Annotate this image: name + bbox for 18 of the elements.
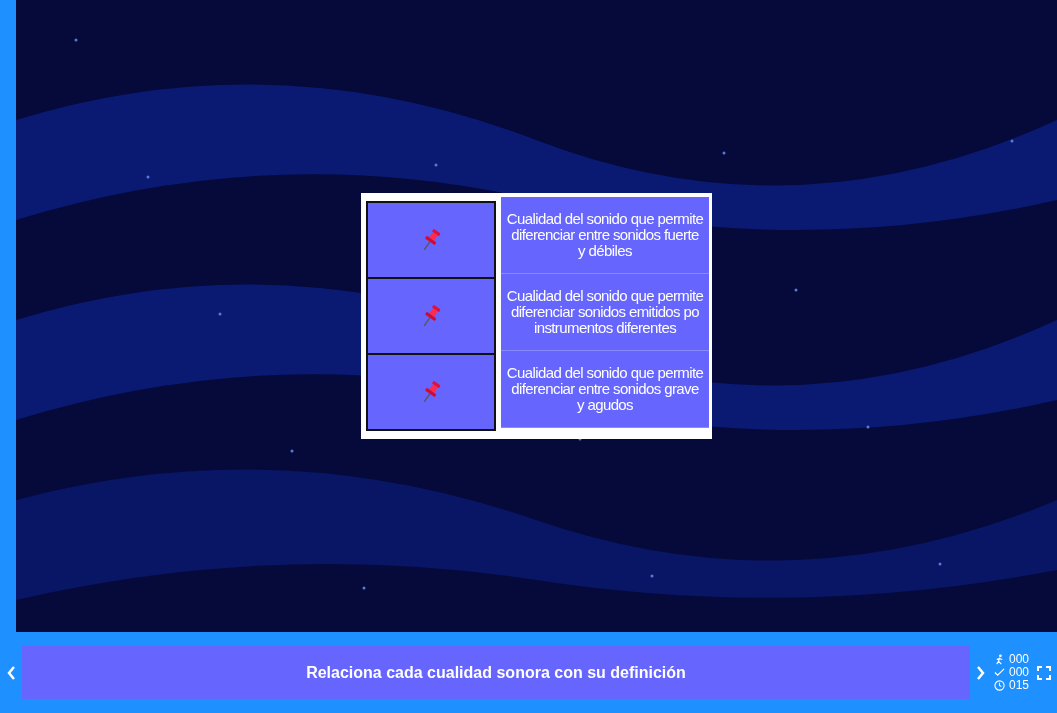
instruction-text: Relaciona cada cualidad sonora con su definición: [22, 646, 970, 699]
previous-button[interactable]: [6, 664, 16, 681]
clock-icon: [993, 680, 1005, 691]
timer-text: 015: [1008, 679, 1029, 692]
definition-card[interactable]: Cualidad del sonido que permite diferenciar entre sonidos fuerte y débiles: [501, 197, 709, 274]
fullscreen-icon[interactable]: [1037, 665, 1051, 680]
drop-target[interactable]: [366, 201, 496, 279]
correct-count: 000: [1008, 666, 1029, 679]
definition-card[interactable]: Cualidad del sonido que permite diferenciar entre sonidos grave y agudos: [501, 351, 709, 428]
chevron-left-icon: [6, 664, 16, 681]
next-button[interactable]: [975, 664, 986, 681]
definition-card[interactable]: Cualidad del sonido que permite diferenciar sonidos emitidos po instrumentos diferentes: [501, 274, 709, 351]
drop-target[interactable]: [366, 353, 496, 431]
drop-target[interactable]: [366, 277, 496, 355]
chevron-right-icon: [975, 664, 986, 681]
check-icon: [993, 667, 1005, 678]
moves-count: 000: [1008, 653, 1029, 666]
runner-icon: [993, 654, 1005, 665]
